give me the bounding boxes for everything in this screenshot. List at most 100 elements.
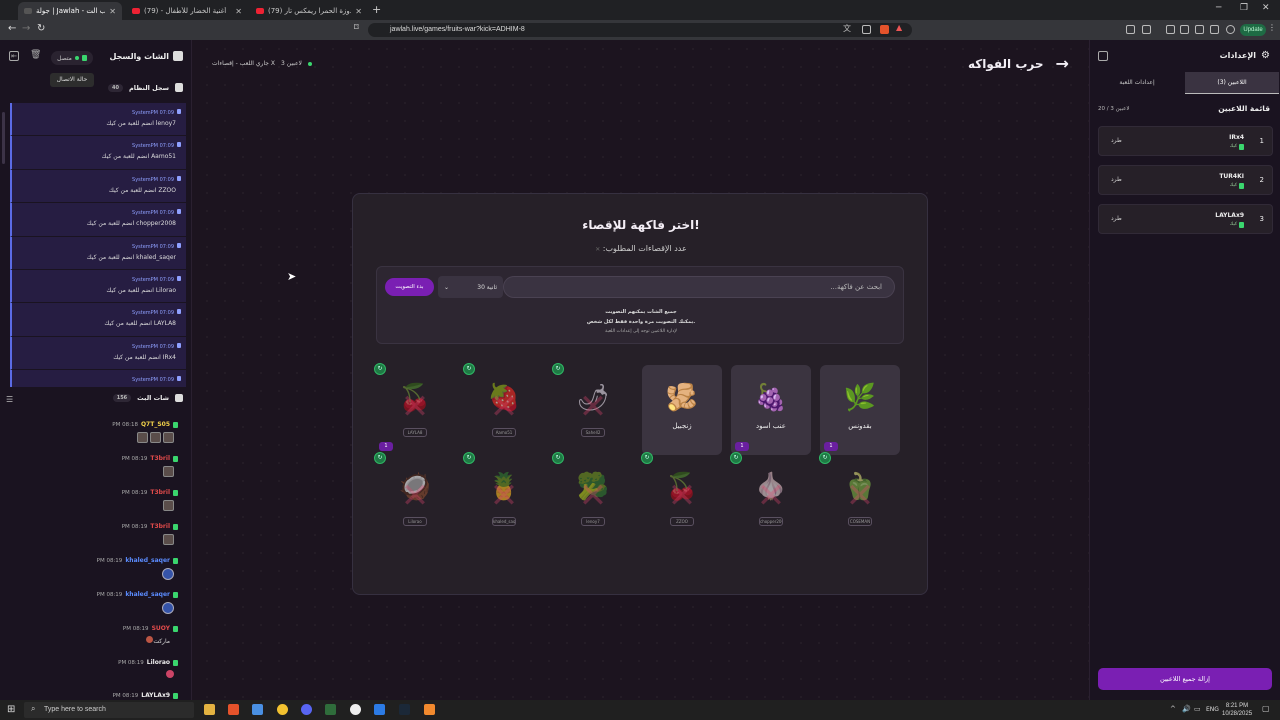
brave-browser-icon[interactable] <box>228 704 239 715</box>
rewards-icon[interactable]: ▲ <box>896 23 905 32</box>
fruit-card[interactable]: 🌿 بقدونس 1 <box>820 365 900 455</box>
connection-status[interactable]: متصل <box>51 51 93 65</box>
tab-players[interactable]: اللاعبين (3) <box>1185 72 1279 94</box>
chat-time: PM 08:18 <box>112 421 138 428</box>
start-voting-button[interactable]: بدء التصويت <box>385 278 434 296</box>
url-input[interactable]: jawlah.live/games/fruits-war?kick=ADHIM-… <box>368 23 912 37</box>
player-source: كيك <box>1230 183 1244 189</box>
app-orange-icon[interactable] <box>424 704 435 715</box>
eliminated-fruit-card[interactable]: 🥦 ✕ ↻ lenoy7 <box>552 452 633 544</box>
close-tab-icon[interactable]: ✕ <box>355 7 362 16</box>
close-tab-icon[interactable]: ✕ <box>109 7 116 16</box>
chat-username[interactable]: Q7T_S05 <box>141 421 170 428</box>
obs-icon[interactable] <box>350 704 361 715</box>
system-log-header[interactable]: سجل النظام 40 <box>108 83 183 92</box>
store-icon[interactable] <box>252 704 263 715</box>
update-button[interactable]: Update <box>1240 24 1266 36</box>
chrome-icon[interactable] <box>277 704 288 715</box>
eliminated-fruit-card[interactable]: 🍍✕↻khaled_saqer <box>463 452 544 544</box>
steam-icon[interactable] <box>399 704 410 715</box>
chat-message: Q7T_S05 PM 08:18 <box>10 421 178 445</box>
taskbar-search-input[interactable]: Type here to search <box>24 702 194 718</box>
chat-username[interactable]: khaled_saqer <box>125 557 170 564</box>
notification-icon[interactable]: ▢ <box>1262 704 1270 713</box>
scrollbar[interactable] <box>2 112 5 164</box>
eliminated-fruit-card[interactable]: 🍒 ✕ ↻ ZZOO <box>641 452 722 544</box>
chat-username[interactable]: Lilorao <box>147 659 170 666</box>
language-indicator[interactable]: ENG <box>1206 706 1219 713</box>
timer-select[interactable]: ⌄ 30 ثانية <box>438 276 503 298</box>
mouse-cursor-icon: ➤ <box>287 270 297 283</box>
app-icon[interactable] <box>374 704 385 715</box>
brave-shield-icon[interactable] <box>880 25 889 34</box>
close-tab-icon[interactable]: ✕ <box>235 7 242 16</box>
maximize-button[interactable]: ❐ <box>1240 3 1248 13</box>
translate-icon[interactable]: 文 <box>843 23 852 33</box>
eliminated-fruit-card[interactable]: 🥥 ✕ ↻ Lilorao <box>374 452 455 544</box>
remove-all-players-button[interactable]: إزالة جميع اللاعبين <box>1098 668 1272 690</box>
fruit-card[interactable]: 🫚 زنجبيل <box>642 365 722 455</box>
eliminated-fruit-card[interactable]: 🌶 ✕ ↻ Sahell2 <box>552 363 633 455</box>
speaker-icon[interactable]: 🔊 <box>1182 705 1191 713</box>
log-meta: SystemPM 07:09 <box>128 376 181 383</box>
wallet-icon[interactable] <box>1195 25 1204 34</box>
tab-youtube-1[interactable]: أغنية الخضار للأطفال - (79) ✕ <box>126 2 248 20</box>
share-icon[interactable] <box>862 25 871 34</box>
trash-icon[interactable]: 🗑 <box>30 51 41 61</box>
sidebar-icon[interactable] <box>1180 25 1189 34</box>
kick-player-button[interactable]: طرد <box>1111 137 1122 144</box>
log-time: PM 07:09 <box>150 143 174 150</box>
back-arrow-icon[interactable]: → <box>1056 54 1069 73</box>
extension-icon[interactable] <box>1126 25 1135 34</box>
fruit-card[interactable]: 🍇 عنب اسود 1 <box>731 365 811 455</box>
vpn-icon[interactable] <box>1210 25 1219 34</box>
menu-icon[interactable]: ⋮ <box>1268 23 1277 32</box>
minimize-button[interactable]: ─ <box>1216 3 1221 13</box>
chat-username[interactable]: T3bril <box>150 455 170 462</box>
kick-player-button[interactable]: طرد <box>1111 215 1122 222</box>
tab-youtube-2[interactable]: (79) انا الدودوزة الحمرا ريمكس تار... ✕ <box>250 2 368 20</box>
new-tab-button[interactable]: + <box>372 3 381 16</box>
profile-icon[interactable] <box>1226 25 1235 34</box>
collapse-panel-icon[interactable] <box>1098 51 1108 61</box>
eliminated-fruit-card[interactable]: 🍓 ✕ ↻ Aamo51 <box>463 363 544 455</box>
bookmark-icon[interactable]: ⌑ <box>354 23 359 33</box>
reload-icon[interactable]: ↻ <box>37 23 45 34</box>
settings-panel: ⚙ الإعدادات اللاعبين (3) إعدادات اللعبة … <box>1089 40 1280 700</box>
taskbar-clock[interactable]: 8:21 PM 10/28/2025 <box>1222 702 1252 718</box>
live-chat-list[interactable]: Q7T_S05 PM 08:18 T3bril PM 08:19 T3bril PM 08… <box>10 415 186 700</box>
chat-username[interactable]: T3bril <box>150 523 170 530</box>
system-log-list[interactable]: SystemPM 07:09 lenoy7 انضم للعبة من كيك Sy… <box>10 103 186 387</box>
list-icon[interactable]: ☰ <box>6 395 13 404</box>
discord-icon[interactable] <box>301 704 312 715</box>
media-icon[interactable] <box>1166 25 1175 34</box>
clear-icon[interactable]: ✕ <box>595 246 600 253</box>
forward-icon[interactable]: → <box>22 23 30 34</box>
tray-chevron-icon[interactable]: ^ <box>1170 705 1176 713</box>
live-chat-header[interactable]: شات البث 156 <box>112 394 183 402</box>
kick-player-button[interactable]: طرد <box>1111 176 1122 183</box>
eliminated-fruit-card[interactable]: 🍒 ✕ ↻ LAYLA8 1 <box>374 363 455 455</box>
search-icon: ⌕ <box>31 704 36 713</box>
online-dot-icon <box>307 61 312 66</box>
excel-icon[interactable] <box>325 704 336 715</box>
chat-meta: T3bril PM 08:19 <box>10 455 178 462</box>
close-window-button[interactable]: ✕ <box>1262 3 1270 13</box>
file-explorer-icon[interactable] <box>204 704 215 715</box>
chat-username[interactable]: LAYLAx9 <box>141 692 170 699</box>
network-icon[interactable]: ▭ <box>1194 705 1201 713</box>
fruit-search-input[interactable]: ابحث عن فاكهة... <box>503 276 895 298</box>
chat-username[interactable]: T3bril <box>150 489 170 496</box>
tab-jawlah[interactable]: جولة | Jawlah - منصة الألعاب الت... ✕ <box>18 2 122 20</box>
collapse-panel-icon[interactable]: ⇤ <box>9 51 19 61</box>
back-icon[interactable]: ← <box>8 23 16 34</box>
chat-username[interactable]: khaled_saqer <box>125 591 170 598</box>
windows-start-icon[interactable]: ⊞ <box>7 704 15 715</box>
system-label: System <box>132 143 151 150</box>
tab-game-settings[interactable]: إعدادات اللعبة <box>1090 72 1184 94</box>
chat-username[interactable]: SUOY <box>152 625 170 632</box>
screenshot-icon[interactable] <box>1142 25 1151 34</box>
eliminated-fruit-card[interactable]: 🧄✕↻chopper2008 <box>730 452 811 544</box>
settings-title: الإعدادات <box>1219 51 1257 60</box>
eliminated-fruit-card[interactable]: 🫑 ✕ ↻ COSEMAN <box>819 452 900 544</box>
